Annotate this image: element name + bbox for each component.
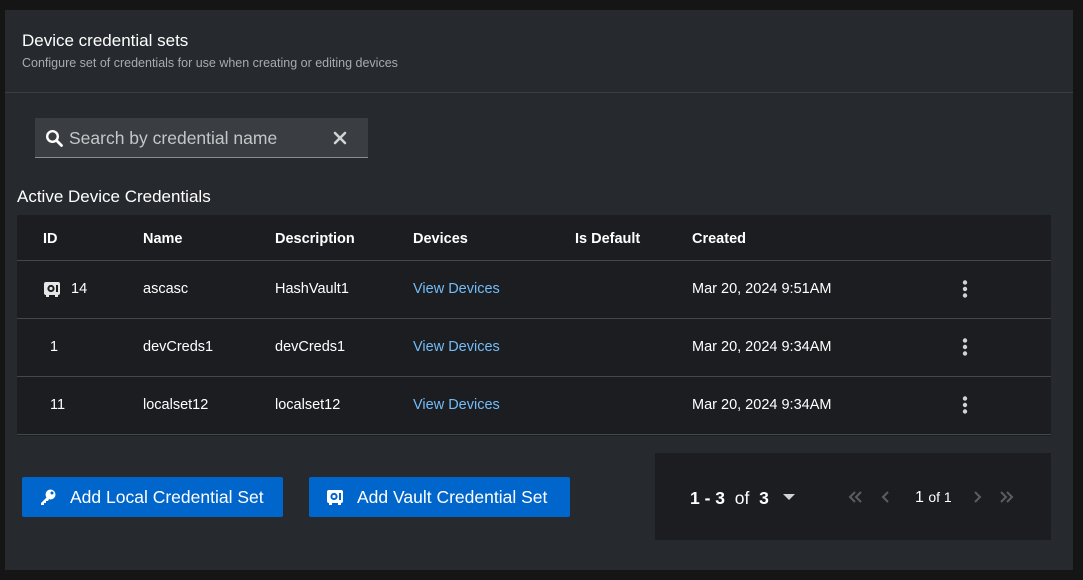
search-box	[35, 118, 368, 158]
view-devices-link[interactable]: View Devices	[413, 339, 500, 355]
section-title: Active Device Credentials	[17, 187, 211, 206]
clear-search-icon[interactable]	[332, 130, 348, 146]
page-subtitle: Configure set of credentials for use whe…	[22, 56, 398, 70]
credentials-table: ID Name Description Devices Is Default C…	[17, 215, 1051, 436]
previous-page-icon[interactable]	[877, 489, 893, 505]
cell-created: Mar 20, 2024 9:51AM	[692, 281, 832, 297]
kebab-menu-icon[interactable]	[957, 395, 973, 415]
kebab-menu-icon[interactable]	[957, 279, 973, 299]
cell-name: devCreds1	[143, 339, 214, 355]
cell-name: localset12	[143, 397, 209, 413]
add-local-label: Add Local Credential Set	[70, 487, 264, 507]
column-header-devices: Devices	[413, 231, 468, 247]
table-row: 11 localset12 localset12 View Devices Ma…	[17, 377, 1051, 435]
view-devices-link[interactable]: View Devices	[413, 281, 500, 297]
column-header-is-default: Is Default	[575, 231, 641, 247]
column-header-description: Description	[275, 231, 355, 247]
view-devices-link[interactable]: View Devices	[413, 397, 500, 413]
panel-header: Device credential sets Configure set of …	[5, 10, 1073, 93]
cell-created: Mar 20, 2024 9:34AM	[692, 339, 832, 355]
vault-icon	[327, 490, 343, 505]
pagination: 1 - 3 of 3 1 of 1	[655, 453, 1051, 540]
page-total: of 1	[928, 489, 952, 505]
range-separator: -	[699, 488, 716, 508]
range-of: of	[734, 488, 750, 508]
cell-description: HashVault1	[275, 281, 349, 297]
cell-description: devCreds1	[275, 339, 346, 355]
range-start: 1	[690, 488, 700, 508]
column-header-created: Created	[692, 231, 746, 247]
column-header-name: Name	[143, 231, 183, 247]
search-icon	[45, 129, 63, 147]
key-icon	[41, 489, 56, 505]
add-local-credential-set-button[interactable]: Add Local Credential Set	[22, 477, 283, 517]
vault-icon	[44, 282, 60, 297]
pagination-range-toggle[interactable]: 1 - 3 of 3	[690, 488, 769, 509]
table-header: ID Name Description Devices Is Default C…	[17, 215, 1051, 261]
current-page: 1	[915, 489, 924, 506]
first-page-icon[interactable]	[847, 489, 863, 505]
add-vault-label: Add Vault Credential Set	[357, 487, 548, 507]
cell-created: Mar 20, 2024 9:34AM	[692, 397, 832, 413]
range-total: 3	[759, 488, 769, 508]
cell-name: ascasc	[143, 281, 189, 297]
cell-id: 14	[71, 281, 88, 297]
kebab-menu-icon[interactable]	[957, 337, 973, 357]
page-title: Device credential sets	[22, 31, 189, 50]
column-header-id: ID	[43, 231, 58, 247]
add-vault-credential-set-button[interactable]: Add Vault Credential Set	[309, 477, 570, 517]
cell-id: 11	[50, 397, 66, 413]
cell-id: 1	[50, 339, 59, 355]
last-page-icon[interactable]	[999, 489, 1015, 505]
caret-down-icon[interactable]	[782, 491, 796, 503]
search-input[interactable]	[69, 124, 319, 152]
range-end: 3	[715, 488, 726, 508]
table-row: 1 devCreds1 devCreds1 View Devices Mar 2…	[17, 319, 1051, 377]
table-row: 14 ascasc HashVault1 View Devices Mar 20…	[17, 261, 1051, 319]
next-page-icon[interactable]	[970, 489, 986, 505]
page-indicator: 1 of 1	[915, 489, 952, 507]
cell-description: localset12	[275, 397, 341, 413]
